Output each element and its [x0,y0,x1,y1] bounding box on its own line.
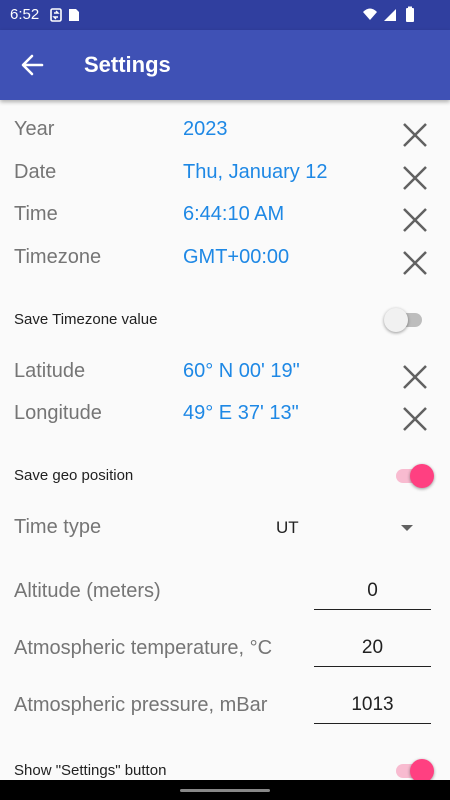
status-time: 6:52 [10,6,40,23]
longitude-label: Longitude [14,402,102,424]
time-type-label: Time type [14,516,102,538]
save-timezone-label: Save Timezone value [14,311,158,328]
switch-thumb [384,308,408,332]
longitude-value[interactable]: 49° E 37' 13" [183,402,299,425]
year-label: Year [14,118,55,140]
status-system-icons [360,6,440,29]
altitude-label: Altitude (meters) [14,580,161,602]
time-label: Time [14,203,58,225]
clear-year-button[interactable] [400,120,430,150]
show-settings-label: Show "Settings" button [14,762,167,779]
save-geo-switch[interactable] [392,461,434,491]
clear-longitude-button[interactable] [400,404,430,434]
close-icon [403,123,427,147]
sync-sd-icons [50,8,79,22]
timezone-value[interactable]: GMT+00:00 [183,246,289,269]
pressure-label: Atmospheric pressure, mBar [14,694,268,716]
temperature-label: Atmospheric temperature, °C [14,637,273,659]
year-value[interactable]: 2023 [183,118,228,141]
clear-latitude-button[interactable] [400,362,430,392]
close-icon [403,407,427,431]
date-label: Date [14,161,57,183]
close-icon [403,166,427,190]
page-title: Settings [84,52,171,77]
close-icon [403,208,427,232]
altitude-input[interactable]: 0 [314,576,431,610]
status-notification-icons [50,7,90,28]
time-type-select[interactable]: UT [276,518,299,538]
latitude-value[interactable]: 60° N 00' 19" [183,360,300,383]
save-timezone-switch[interactable] [384,305,426,335]
close-icon [403,365,427,389]
switch-thumb [410,464,434,488]
status-bar: 6:52 [0,0,450,30]
time-value[interactable]: 6:44:10 AM [183,203,284,226]
pressure-input[interactable]: 1013 [314,690,431,724]
app-bar: Settings [0,30,450,100]
temperature-input[interactable]: 20 [314,633,431,667]
dropdown-arrow-icon[interactable] [401,525,413,531]
date-value[interactable]: Thu, January 12 [183,161,328,184]
save-geo-label: Save geo position [14,467,134,484]
navigation-bar [0,780,450,800]
close-icon [403,251,427,275]
clear-time-button[interactable] [400,205,430,235]
timezone-label: Timezone [14,246,102,268]
wifi-signal-battery-icons [363,6,414,22]
clear-timezone-button[interactable] [400,248,430,278]
clear-date-button[interactable] [400,163,430,193]
back-button[interactable] [14,50,50,80]
gesture-handle[interactable] [180,789,270,792]
arrow-back-icon [21,54,44,76]
latitude-label: Latitude [14,360,86,382]
